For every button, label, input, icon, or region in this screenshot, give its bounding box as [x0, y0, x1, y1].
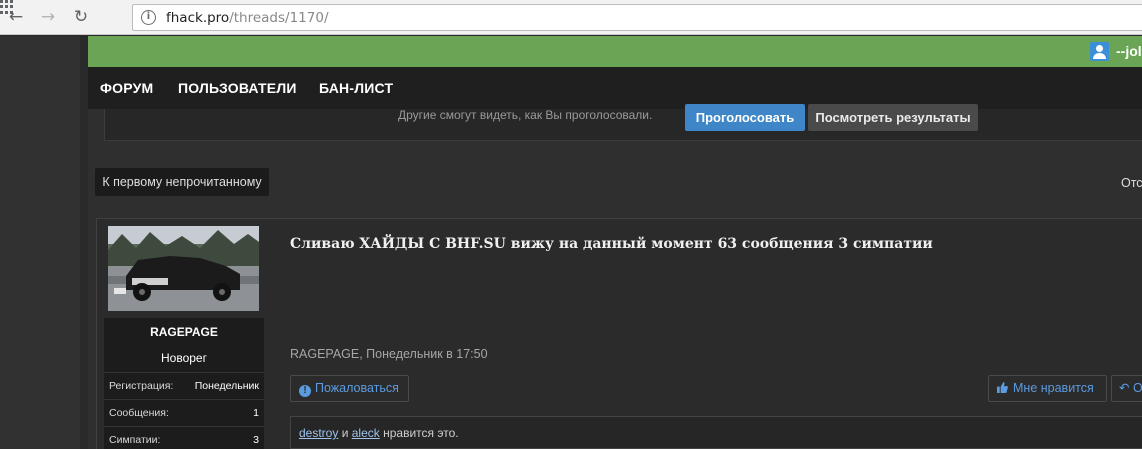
reply-icon: ↶ [1119, 381, 1130, 395]
header-username[interactable]: --jol [1116, 43, 1142, 59]
like-label: Мне нравится [1013, 381, 1094, 395]
liker-link-1[interactable]: destroy [299, 426, 338, 440]
site-info-icon[interactable]: i [141, 10, 156, 25]
post-meta[interactable]: RAGEPAGE, Понедельник в 17:50 [290, 347, 488, 361]
author-title: Новорег [161, 351, 207, 365]
browser-toolbar: ← → ↻ i fhack.pro/threads/1170/ [0, 0, 1142, 35]
liker-link-2[interactable]: aleck [352, 426, 380, 440]
forward-icon[interactable]: → [38, 7, 58, 27]
report-label: Пожаловаться [315, 381, 399, 395]
address-bar[interactable]: i fhack.pro/threads/1170/ [132, 4, 1142, 31]
likes-conj: и [341, 426, 349, 440]
thread-control-right[interactable]: Отс [1121, 176, 1142, 190]
view-results-button[interactable]: Посмотреть результаты [808, 104, 978, 131]
thumbs-up-icon [997, 382, 1008, 393]
user-info-card: RAGEPAGE Новорег Регистрация: Понедельни… [104, 318, 264, 449]
nav-users[interactable]: ПОЛЬЗОВАТЕЛИ [178, 80, 297, 96]
reload-icon[interactable]: ↻ [71, 7, 91, 27]
stat-row-likes: Симпатии: 3 [104, 426, 264, 449]
stat-value[interactable]: 1 [253, 407, 259, 419]
stat-value: Понедельник [194, 380, 259, 392]
stat-label: Сообщения: [109, 407, 169, 419]
author-avatar[interactable] [108, 226, 259, 311]
nav-forum[interactable]: ФОРУМ [100, 80, 153, 96]
user-avatar-icon[interactable] [1090, 42, 1109, 61]
author-name[interactable]: RAGEPAGE [104, 325, 264, 339]
top-user-bar [88, 36, 1142, 67]
url-host: fhack.pro [166, 10, 230, 26]
page: --jol ФОРУМ ПОЛЬЗОВАТЕЛИ БАН-ЛИСТ Другие… [0, 36, 1142, 449]
poll-note: Другие смогут видеть, как Вы проголосова… [398, 108, 653, 122]
reply-label: Ответить [1132, 381, 1142, 395]
report-icon: ! [299, 385, 311, 397]
url-text[interactable]: fhack.pro/threads/1170/ [166, 10, 329, 26]
like-button[interactable]: Мне нравится [988, 375, 1107, 402]
stat-label: Симпатии: [109, 434, 161, 446]
back-icon[interactable]: ← [6, 7, 26, 27]
stat-row-registration: Регистрация: Понедельник [104, 372, 264, 399]
main-navbar: ФОРУМ ПОЛЬЗОВАТЕЛИ БАН-ЛИСТ [88, 67, 1142, 109]
stat-label: Регистрация: [109, 380, 174, 392]
url-path: /threads/1170/ [229, 10, 329, 26]
first-unread-button[interactable]: К первому непрочитанному [95, 168, 269, 196]
vote-button[interactable]: Проголосовать [685, 104, 805, 131]
stat-row-messages: Сообщения: 1 [104, 399, 264, 426]
post-message: Сливаю ХАЙДЫ С BHF.SU вижу на данный мом… [290, 236, 933, 252]
report-button[interactable]: ! Пожаловаться [290, 375, 409, 402]
left-gutter [0, 36, 80, 449]
avatar-car-photo [108, 226, 259, 311]
likes-suffix: нравится это. [383, 426, 459, 440]
stat-value: 3 [253, 434, 259, 446]
likes-summary: destroy и aleck нравится это. [299, 426, 459, 440]
reply-button[interactable]: ↶ Ответить [1111, 375, 1142, 402]
nav-banlist[interactable]: БАН-ЛИСТ [319, 80, 393, 96]
